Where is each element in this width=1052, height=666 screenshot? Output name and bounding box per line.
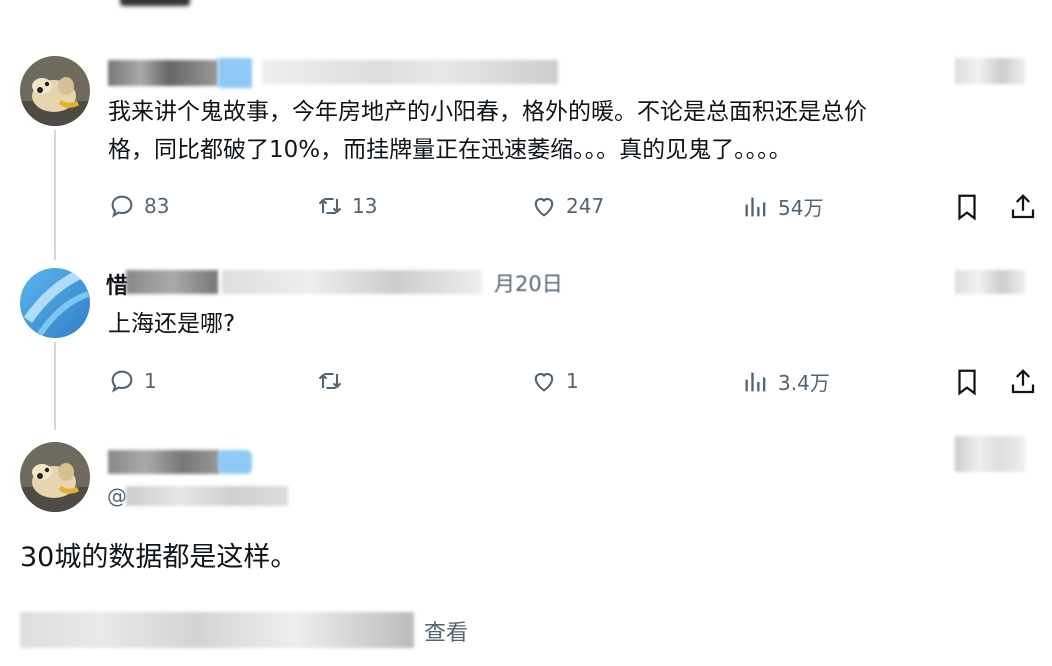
display-name[interactable] bbox=[108, 450, 220, 474]
retweet-button[interactable] bbox=[316, 367, 352, 395]
like-count: 1 bbox=[566, 369, 579, 393]
thread-line bbox=[54, 130, 56, 260]
heart-icon bbox=[534, 198, 554, 217]
handle-prefix: @ bbox=[107, 484, 127, 508]
handle bbox=[222, 270, 482, 294]
verified-badge-icon bbox=[218, 450, 252, 474]
top-cut-fragment bbox=[120, 0, 190, 6]
dog-avatar-icon bbox=[20, 442, 90, 512]
blue-abstract-avatar-icon bbox=[20, 268, 90, 338]
retweet-count: 13 bbox=[352, 194, 378, 218]
follow-or-more-button[interactable] bbox=[955, 436, 1025, 472]
reply-icon bbox=[111, 195, 133, 218]
bookmark-icon bbox=[958, 369, 976, 396]
reply-icon bbox=[111, 370, 133, 393]
views-button[interactable]: 54万 bbox=[742, 192, 823, 221]
display-name[interactable] bbox=[126, 270, 218, 294]
heart-icon bbox=[534, 373, 554, 392]
more-options-icon[interactable] bbox=[955, 58, 1025, 84]
reply-count: 83 bbox=[144, 194, 170, 218]
retweet-icon bbox=[318, 372, 342, 390]
like-button[interactable]: 1 bbox=[530, 367, 579, 395]
tweet-text: 30城的数据都是这样。 bbox=[20, 542, 298, 573]
bookmark-button[interactable] bbox=[952, 367, 982, 397]
avatar[interactable] bbox=[20, 268, 90, 338]
views-button[interactable]: 3.4万 bbox=[742, 367, 830, 396]
handle-and-date bbox=[262, 60, 558, 84]
reply-count: 1 bbox=[144, 369, 157, 393]
share-icon bbox=[1011, 194, 1035, 219]
tweet-text-line-2: 格，同比都破了10%，而挂牌量正在迅速萎缩。。。真的见鬼了。。。。 bbox=[108, 137, 792, 163]
tweet-text: 上海还是哪? bbox=[108, 311, 236, 337]
post-date[interactable]: 月20日 bbox=[494, 268, 563, 298]
verified-badge-icon bbox=[218, 58, 252, 88]
views-count: 3.4万 bbox=[778, 371, 830, 395]
reply-button[interactable]: 1 bbox=[108, 367, 157, 395]
thread-line bbox=[54, 342, 56, 430]
retweet-button[interactable]: 13 bbox=[316, 192, 377, 220]
more-options-icon[interactable] bbox=[955, 270, 1025, 294]
views-count: 54万 bbox=[778, 196, 824, 220]
handle bbox=[126, 486, 288, 506]
bookmark-icon bbox=[958, 194, 976, 221]
views-chart-icon bbox=[745, 197, 766, 216]
tweet-text-line-1: 我来讲个鬼故事，今年房地产的小阳春，格外的暖。不论是总面积还是总价 bbox=[108, 99, 867, 125]
views-chart-icon bbox=[745, 372, 766, 391]
like-button[interactable]: 247 bbox=[530, 192, 604, 220]
avatar[interactable] bbox=[20, 442, 90, 512]
footer-blurred-text bbox=[20, 612, 414, 648]
reply-button[interactable]: 83 bbox=[108, 192, 169, 220]
view-link[interactable]: 查看 bbox=[424, 615, 468, 647]
display-name-visible-char[interactable]: 惜 bbox=[106, 268, 128, 300]
share-icon bbox=[1011, 369, 1035, 394]
share-button[interactable] bbox=[1008, 367, 1038, 397]
retweet-icon bbox=[318, 197, 342, 215]
avatar[interactable] bbox=[20, 56, 90, 126]
dog-avatar-icon bbox=[20, 56, 90, 126]
display-name[interactable] bbox=[108, 60, 218, 86]
bookmark-button[interactable] bbox=[952, 192, 982, 222]
like-count: 247 bbox=[566, 194, 605, 218]
share-button[interactable] bbox=[1008, 192, 1038, 222]
